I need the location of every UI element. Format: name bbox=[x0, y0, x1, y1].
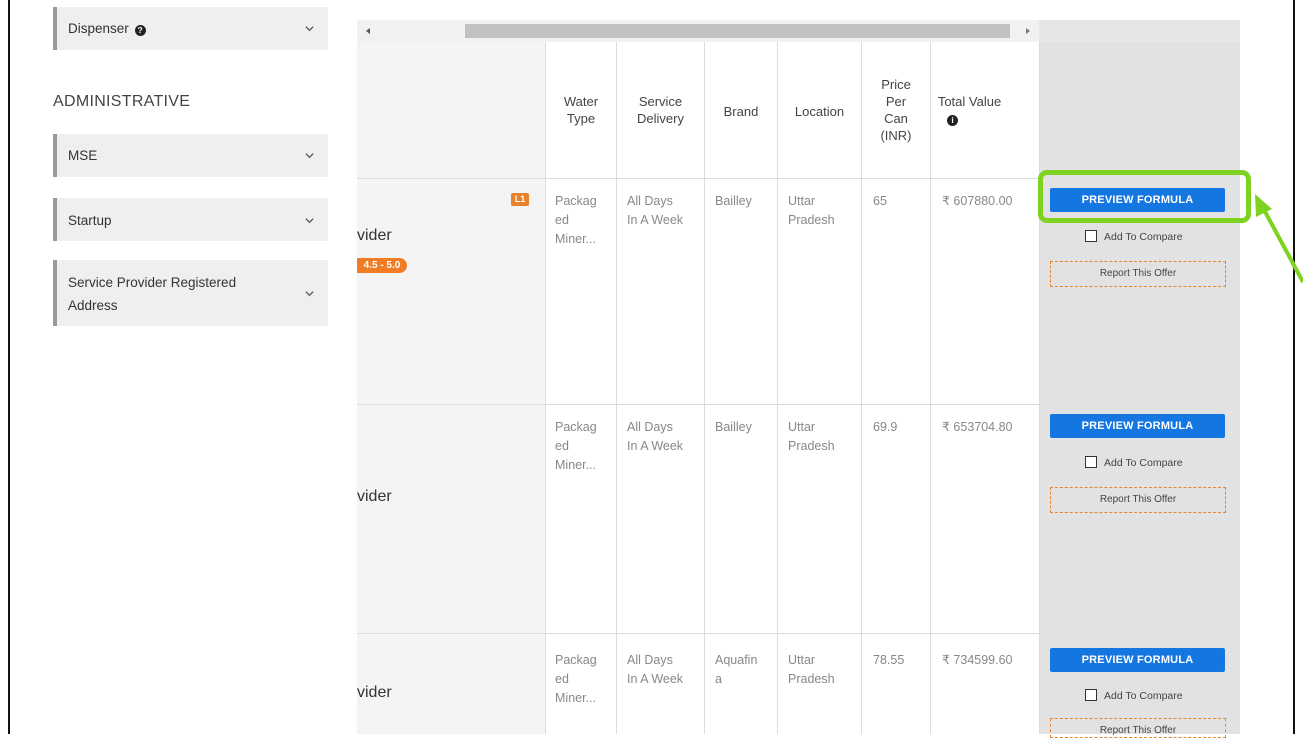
annotation-arrow-icon bbox=[1255, 194, 1303, 283]
